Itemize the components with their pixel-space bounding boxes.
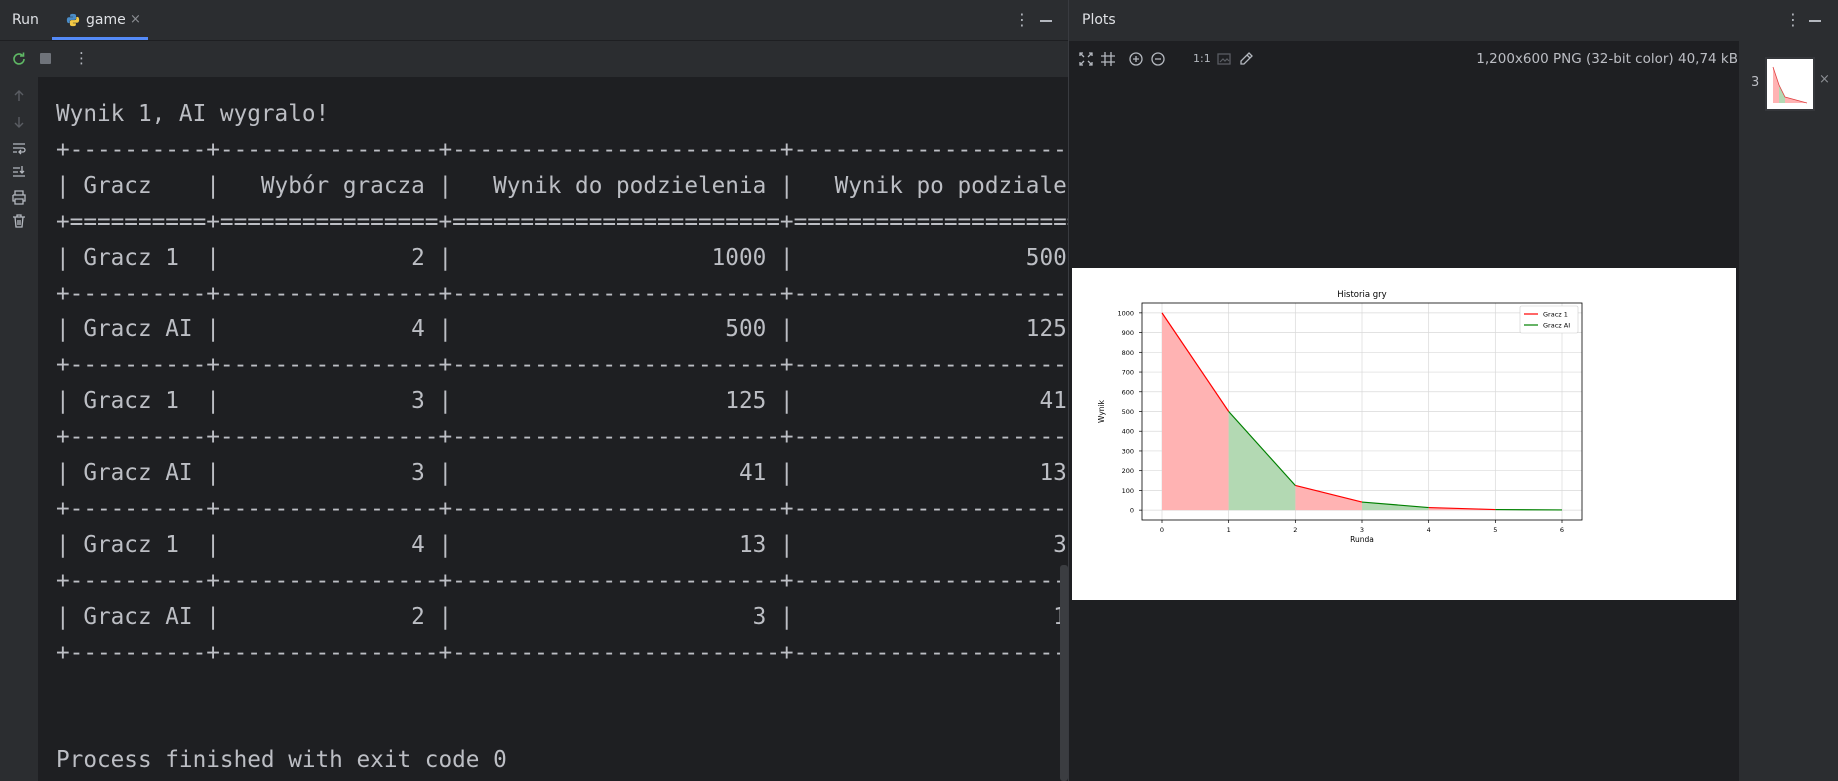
x-tick-label: 0 — [1160, 526, 1164, 534]
x-tick-label: 6 — [1560, 526, 1564, 534]
color-picker-icon[interactable] — [1237, 50, 1255, 68]
chart: 0 100 200 300 400 500 600 700 800 900 1000 0 1 2 3 4 5 6 H… — [1097, 290, 1583, 544]
zoom-out-icon[interactable] — [1149, 50, 1167, 68]
console-line: +==========+================+===========… — [56, 208, 1095, 235]
y-tick-label: 500 — [1122, 408, 1134, 416]
plots-header: Plots ⋮ — [1069, 0, 1838, 41]
legend-label: Gracz 1 — [1543, 311, 1568, 319]
y-tick-label: 200 — [1122, 467, 1134, 475]
plots-window-title: Plots — [1082, 12, 1116, 28]
area-fill — [1162, 312, 1229, 511]
console-line: +----------+----------------+-----------… — [56, 280, 1095, 307]
plots-options-menu-icon[interactable]: ⋮ — [1785, 10, 1801, 29]
soft-wrap-icon[interactable] — [10, 139, 28, 157]
thumbnail-index: 3 — [1751, 75, 1760, 90]
print-icon[interactable] — [10, 188, 28, 206]
thumbnail-preview — [1772, 66, 1808, 104]
rerun-icon[interactable] — [11, 51, 27, 67]
console-line: +----------+----------------+-----------… — [56, 639, 1095, 666]
arrow-up-icon[interactable] — [10, 87, 28, 105]
run-toolbar: ⋮ — [0, 41, 1068, 77]
fit-to-window-icon[interactable] — [1077, 50, 1095, 68]
console-line: Wynik 1, AI wygralo! — [56, 101, 330, 127]
x-tick-label: 5 — [1493, 526, 1497, 534]
plot-thumbnail[interactable] — [1765, 57, 1815, 111]
console-line: +----------+----------------+-----------… — [56, 352, 1095, 379]
y-tick-label: 600 — [1122, 388, 1134, 396]
actual-size-button[interactable]: 1:1 — [1193, 52, 1211, 65]
y-tick-label: 900 — [1122, 329, 1134, 337]
run-header: Run game × ⋮ — [0, 0, 1068, 41]
run-options-menu-icon[interactable]: ⋮ — [1014, 10, 1030, 29]
tab-game[interactable]: game × — [52, 0, 150, 41]
image-info: 1,200x600 PNG (32-bit color) 40,74 kB — [1476, 51, 1738, 67]
tab-close-icon[interactable]: × — [130, 12, 141, 27]
chart-title: Historia gry — [1337, 290, 1386, 300]
area-fill — [1228, 411, 1296, 511]
y-tick-label: 800 — [1122, 349, 1134, 357]
console-line: | Gracz | Wybór gracza | Wynik do podzie… — [56, 172, 1095, 199]
console-line: +----------+----------------+-----------… — [56, 567, 1095, 594]
console-line: | Gracz AI | 2 | 3 | 1 | — [56, 603, 1095, 630]
plots-minimize-icon[interactable] — [1809, 20, 1821, 22]
stop-icon[interactable] — [40, 53, 51, 64]
run-window-title: Run — [12, 12, 39, 28]
run-toolbar-more-icon[interactable]: ⋮ — [74, 49, 89, 67]
background-toggle-icon[interactable] — [1215, 50, 1233, 68]
x-tick-label: 3 — [1360, 526, 1364, 534]
plots-tool-window: Plots ⋮ 1:1 1,200x600 PNG (32-bit color)… — [1068, 0, 1838, 781]
plot-thumbnails: 3 × — [1739, 41, 1838, 781]
trash-icon[interactable] — [10, 212, 28, 230]
active-tab-indicator — [52, 37, 148, 40]
y-tick-label: 700 — [1122, 369, 1134, 377]
y-tick-label: 400 — [1122, 428, 1134, 436]
plots-toolbar: 1:1 1,200x600 PNG (32-bit color) 40,74 k… — [1069, 41, 1738, 77]
console-line: | Gracz AI | 4 | 500 | 125 | — [56, 316, 1095, 343]
y-axis-label: Wynik — [1097, 399, 1106, 423]
python-icon — [66, 13, 80, 27]
area-fill — [1295, 485, 1362, 511]
console-output[interactable]: Wynik 1, AI wygralo! +----------+-------… — [38, 77, 1094, 781]
x-axis-label: Runda — [1350, 535, 1374, 544]
y-tick-label: 1000 — [1117, 309, 1134, 317]
x-tick-label: 4 — [1427, 526, 1431, 534]
run-minimize-icon[interactable] — [1040, 20, 1052, 22]
legend-label: Gracz AI — [1543, 322, 1570, 330]
console-scrollbar[interactable] — [1060, 565, 1068, 781]
x-tick-label: 1 — [1227, 526, 1231, 534]
y-tick-label: 300 — [1122, 447, 1134, 455]
console-line: | Gracz 1 | 3 | 125 | 41 | — [56, 388, 1095, 415]
console-line: | Gracz 1 | 4 | 13 | 3 | — [56, 531, 1095, 558]
console-line: +----------+----------------+-----------… — [56, 424, 1095, 451]
console-side-toolbar — [0, 77, 38, 781]
scroll-to-end-icon[interactable] — [10, 163, 28, 181]
console-line: +----------+----------------+-----------… — [56, 136, 1095, 163]
console-line: Process finished with exit code 0 — [56, 747, 507, 774]
thumbnail-close-icon[interactable]: × — [1819, 72, 1830, 87]
console-line: | Gracz 1 | 2 | 1000 | 500 | — [56, 244, 1095, 271]
console-text: Wynik 1, AI wygralo! +----------+-------… — [56, 97, 1094, 779]
x-tick-label: 2 — [1293, 526, 1297, 534]
plot-image[interactable]: 0 100 200 300 400 500 600 700 800 900 1000 0 1 2 3 4 5 6 H… — [1072, 268, 1736, 600]
arrow-down-icon[interactable] — [10, 113, 28, 131]
run-tool-window: Run game × ⋮ ⋮ Wynik 1, AI wygralo! +---… — [0, 0, 1094, 781]
grid-icon[interactable] — [1099, 50, 1117, 68]
console-line: +----------+----------------+-----------… — [56, 495, 1095, 522]
zoom-in-icon[interactable] — [1127, 50, 1145, 68]
console-line: | Gracz AI | 3 | 41 | 13 | — [56, 460, 1095, 487]
y-tick-label: 0 — [1130, 507, 1134, 515]
y-tick-label: 100 — [1122, 487, 1134, 495]
tab-game-label: game — [86, 12, 126, 28]
